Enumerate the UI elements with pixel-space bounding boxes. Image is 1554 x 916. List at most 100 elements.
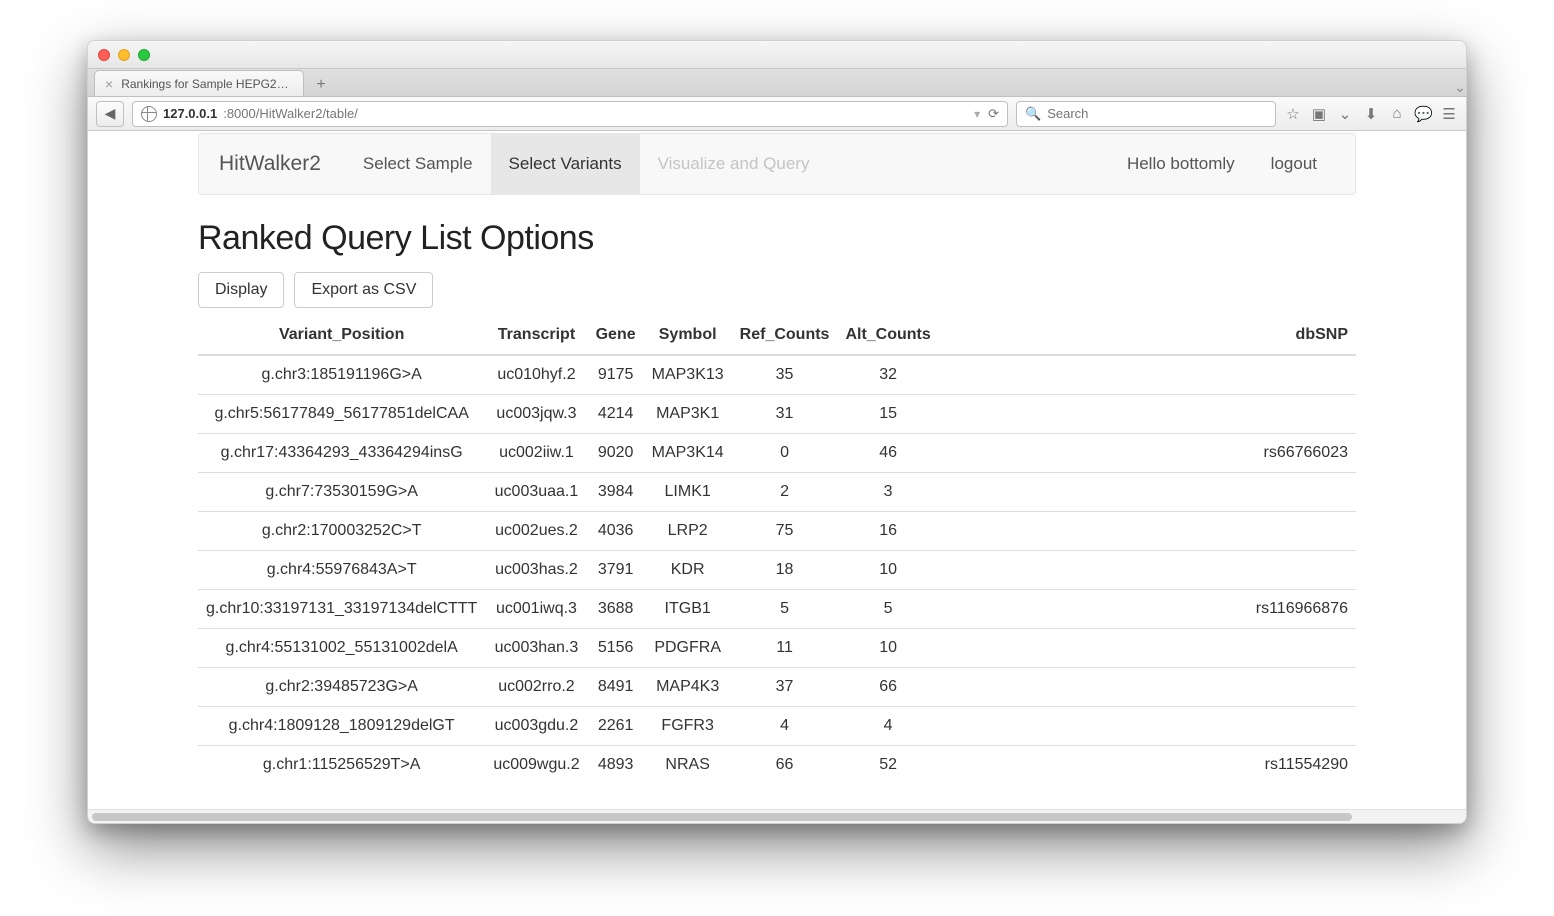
pocket-icon[interactable]: ⌄ <box>1336 105 1354 123</box>
cell-ref_counts: 66 <box>732 746 838 785</box>
minimize-window-icon[interactable] <box>118 49 130 61</box>
cell-spacer <box>939 746 1248 785</box>
reader-mode-icon[interactable]: ▾ <box>974 107 980 121</box>
cell-transcript: uc003gdu.2 <box>485 707 587 746</box>
search-icon: 🔍 <box>1025 106 1041 122</box>
scrollbar-thumb[interactable] <box>92 813 1352 821</box>
table-row[interactable]: g.chr4:55131002_55131002delAuc003han.351… <box>198 629 1356 668</box>
site-identity-icon[interactable] <box>141 106 157 122</box>
cell-variant_position: g.chr7:73530159G>A <box>198 473 485 512</box>
table-row[interactable]: g.chr1:115256529T>Auc009wgu.24893NRAS665… <box>198 746 1356 785</box>
table-row[interactable]: g.chr7:73530159G>Auc003uaa.13984LIMK123 <box>198 473 1356 512</box>
cell-dbsnp <box>1248 668 1356 707</box>
col-dbsnp[interactable]: dbSNP <box>1248 316 1356 355</box>
cell-ref_counts: 11 <box>732 629 838 668</box>
menu-icon[interactable]: ☰ <box>1440 105 1458 123</box>
cell-variant_position: g.chr1:115256529T>A <box>198 746 485 785</box>
clipboard-icon[interactable]: ▣ <box>1310 105 1328 123</box>
cell-dbsnp: rs116966876 <box>1248 590 1356 629</box>
cell-ref_counts: 4 <box>732 707 838 746</box>
url-host: 127.0.0.1 <box>163 106 217 121</box>
browser-search-box[interactable]: 🔍 <box>1016 101 1276 127</box>
cell-ref_counts: 5 <box>732 590 838 629</box>
new-tab-button[interactable]: + <box>307 74 335 96</box>
browser-window: × Rankings for Sample HEPG2_LI... + ⌄ ◀ … <box>87 40 1467 824</box>
cell-symbol: MAP3K14 <box>644 434 732 473</box>
cell-ref_counts: 18 <box>732 551 838 590</box>
col-alt-counts[interactable]: Alt_Counts <box>837 316 938 355</box>
table-row[interactable]: g.chr2:170003252C>Tuc002ues.24036LRP2751… <box>198 512 1356 551</box>
nav-select-sample[interactable]: Select Sample <box>345 133 491 195</box>
tab-title: Rankings for Sample HEPG2_LI... <box>121 77 293 91</box>
nav-logout[interactable]: logout <box>1253 133 1335 195</box>
back-button[interactable]: ◀ <box>96 101 124 127</box>
cell-gene: 8491 <box>588 668 644 707</box>
cell-ref_counts: 35 <box>732 355 838 395</box>
cell-gene: 2261 <box>588 707 644 746</box>
col-symbol[interactable]: Symbol <box>644 316 732 355</box>
cell-alt_counts: 46 <box>837 434 938 473</box>
page-viewport[interactable]: HitWalker2 Select Sample Select Variants… <box>88 131 1466 809</box>
col-transcript[interactable]: Transcript <box>485 316 587 355</box>
cell-symbol: NRAS <box>644 746 732 785</box>
cell-gene: 4036 <box>588 512 644 551</box>
table-row[interactable]: g.chr3:185191196G>Auc010hyf.29175MAP3K13… <box>198 355 1356 395</box>
cell-dbsnp <box>1248 355 1356 395</box>
cell-symbol: FGFR3 <box>644 707 732 746</box>
browser-search-input[interactable] <box>1047 106 1267 121</box>
tab-overflow-icon[interactable]: ⌄ <box>1454 79 1466 96</box>
table-row[interactable]: g.chr4:55976843A>Tuc003has.23791KDR1810 <box>198 551 1356 590</box>
cell-variant_position: g.chr5:56177849_56177851delCAA <box>198 395 485 434</box>
nav-greeting[interactable]: Hello bottomly <box>1109 133 1253 195</box>
col-ref-counts[interactable]: Ref_Counts <box>732 316 838 355</box>
cell-spacer <box>939 551 1248 590</box>
home-icon[interactable]: ⌂ <box>1388 105 1406 122</box>
cell-symbol: KDR <box>644 551 732 590</box>
cell-transcript: uc003has.2 <box>485 551 587 590</box>
cell-alt_counts: 5 <box>837 590 938 629</box>
col-variant-position[interactable]: Variant_Position <box>198 316 485 355</box>
app-brand[interactable]: HitWalker2 <box>219 152 321 176</box>
cell-spacer <box>939 395 1248 434</box>
table-row[interactable]: g.chr2:39485723G>Auc002rro.28491MAP4K337… <box>198 668 1356 707</box>
chat-icon[interactable]: 💬 <box>1414 105 1432 123</box>
close-window-icon[interactable] <box>98 49 110 61</box>
reload-icon[interactable]: ⟳ <box>988 106 999 122</box>
cell-dbsnp <box>1248 473 1356 512</box>
cell-spacer <box>939 707 1248 746</box>
cell-symbol: MAP3K13 <box>644 355 732 395</box>
url-path: :8000/HitWalker2/table/ <box>223 106 358 121</box>
cell-ref_counts: 2 <box>732 473 838 512</box>
export-csv-button[interactable]: Export as CSV <box>294 272 433 308</box>
cell-spacer <box>939 590 1248 629</box>
cell-variant_position: g.chr17:43364293_43364294insG <box>198 434 485 473</box>
bookmark-star-icon[interactable]: ☆ <box>1284 105 1302 123</box>
table-row[interactable]: g.chr4:1809128_1809129delGTuc003gdu.2226… <box>198 707 1356 746</box>
browser-tab[interactable]: × Rankings for Sample HEPG2_LI... <box>94 70 304 96</box>
cell-gene: 3688 <box>588 590 644 629</box>
zoom-window-icon[interactable] <box>138 49 150 61</box>
col-spacer <box>939 316 1248 355</box>
action-buttons: Display Export as CSV <box>198 272 1356 308</box>
address-bar[interactable]: 127.0.0.1 :8000/HitWalker2/table/ ▾ ⟳ <box>132 101 1008 127</box>
cell-alt_counts: 10 <box>837 629 938 668</box>
nav-visualize-query: Visualize and Query <box>640 133 828 195</box>
downloads-icon[interactable]: ⬇ <box>1362 105 1380 123</box>
cell-variant_position: g.chr4:55131002_55131002delA <box>198 629 485 668</box>
horizontal-scrollbar[interactable] <box>88 809 1466 823</box>
cell-alt_counts: 4 <box>837 707 938 746</box>
nav-select-variants[interactable]: Select Variants <box>491 133 640 195</box>
table-row[interactable]: g.chr5:56177849_56177851delCAAuc003jqw.3… <box>198 395 1356 434</box>
tab-close-icon[interactable]: × <box>105 77 113 91</box>
cell-transcript: uc002iiw.1 <box>485 434 587 473</box>
cell-gene: 4214 <box>588 395 644 434</box>
cell-alt_counts: 32 <box>837 355 938 395</box>
cell-spacer <box>939 512 1248 551</box>
table-row[interactable]: g.chr17:43364293_43364294insGuc002iiw.19… <box>198 434 1356 473</box>
col-gene[interactable]: Gene <box>588 316 644 355</box>
table-header-row: Variant_Position Transcript Gene Symbol … <box>198 316 1356 355</box>
table-row[interactable]: g.chr10:33197131_33197134delCTTTuc001iwq… <box>198 590 1356 629</box>
display-button[interactable]: Display <box>198 272 284 308</box>
cell-variant_position: g.chr3:185191196G>A <box>198 355 485 395</box>
cell-transcript: uc003uaa.1 <box>485 473 587 512</box>
